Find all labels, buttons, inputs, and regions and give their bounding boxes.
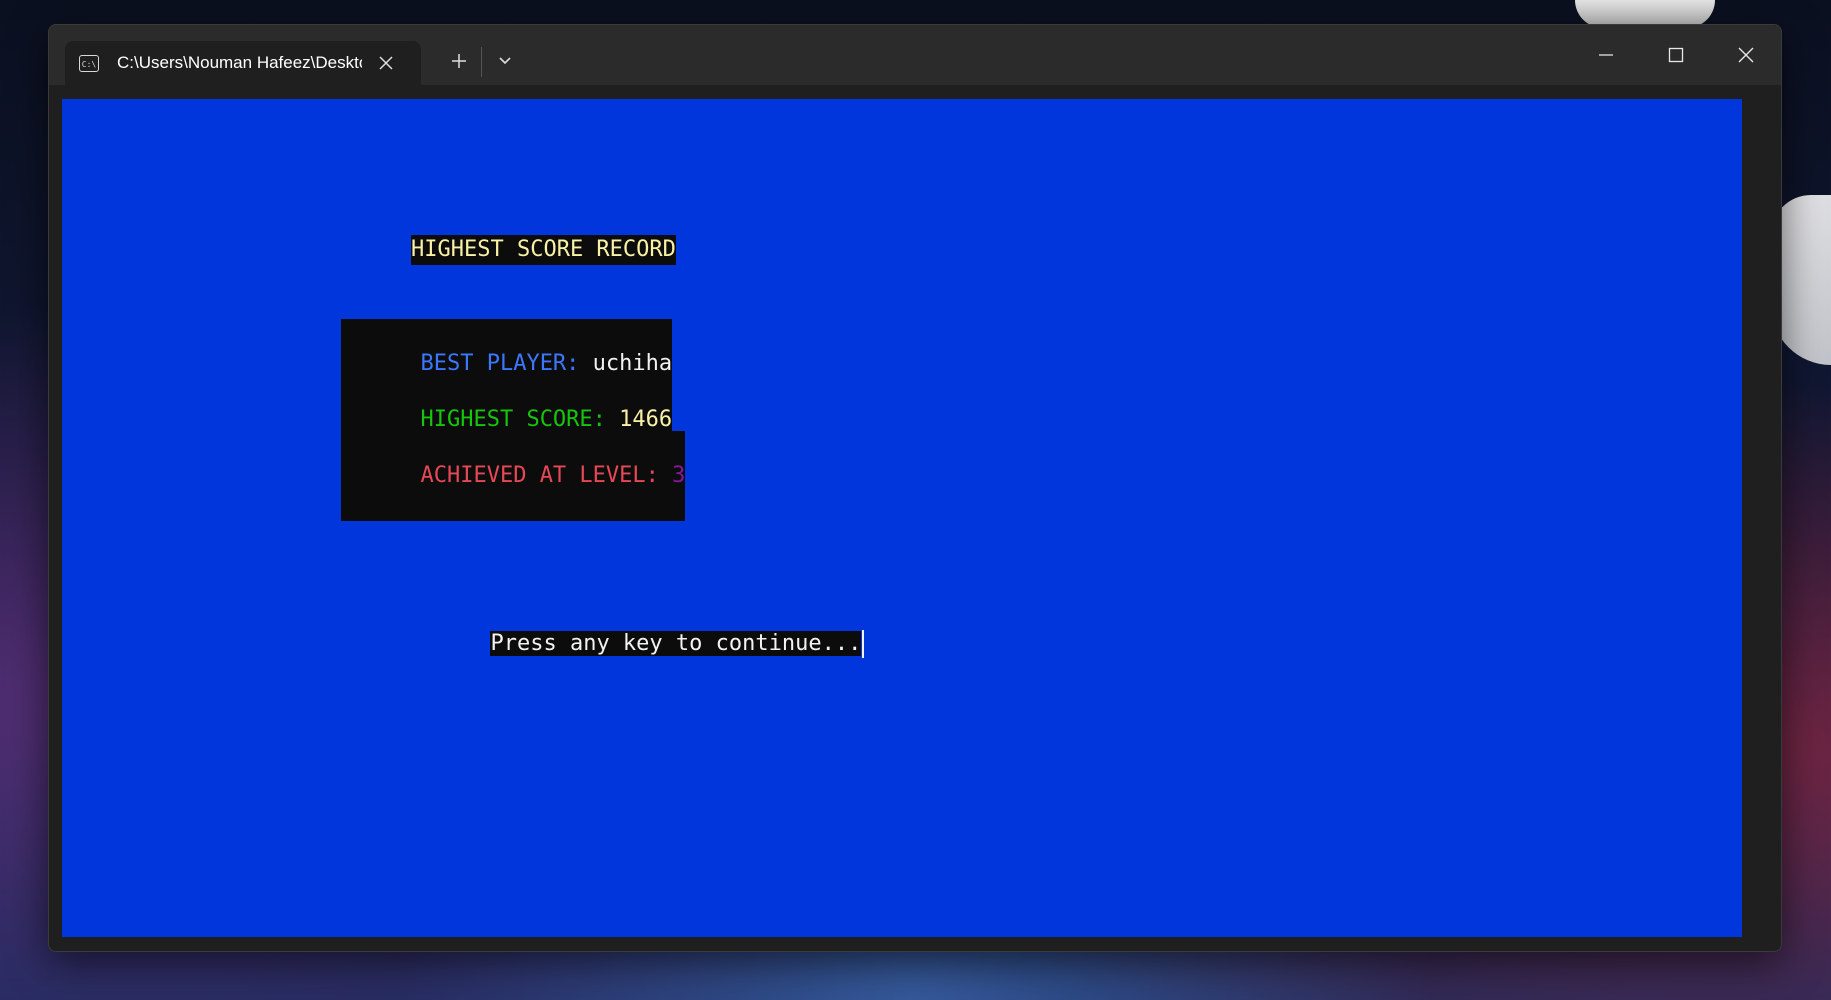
title-bar[interactable]: C:\ C:\Users\Nouman Hafeez\Desktop xyxy=(49,25,1781,85)
level-line: ACHIEVED AT LEVEL: 3 xyxy=(341,431,686,521)
plus-icon xyxy=(452,54,466,68)
score-heading: HIGHEST SCORE RECORD xyxy=(411,235,676,265)
terminal-tab[interactable]: C:\ C:\Users\Nouman Hafeez\Desktop xyxy=(65,41,421,85)
continue-prompt: Press any key to continue... xyxy=(490,631,862,656)
level-label: ACHIEVED AT LEVEL: xyxy=(420,463,673,488)
new-tab-button[interactable] xyxy=(439,43,479,79)
close-icon xyxy=(379,56,393,70)
tab-divider xyxy=(481,47,482,77)
level-value: 3 xyxy=(672,463,686,488)
terminal-window: C:\ C:\Users\Nouman Hafeez\Desktop HIGHE… xyxy=(48,24,1782,952)
chevron-down-icon xyxy=(499,57,511,65)
best-player-value: uchiha xyxy=(592,351,673,376)
minimize-button[interactable] xyxy=(1571,25,1641,85)
highest-score-label: HIGHEST SCORE: xyxy=(420,407,620,432)
tab-dropdown-button[interactable] xyxy=(485,43,525,79)
cmd-icon: C:\ xyxy=(79,54,99,72)
continue-line: Press any key to continue... xyxy=(411,599,865,689)
tab-title: C:\Users\Nouman Hafeez\Desktop xyxy=(117,53,362,72)
maximize-icon xyxy=(1668,47,1684,63)
maximize-button[interactable] xyxy=(1641,25,1711,85)
best-player-label: BEST PLAYER: xyxy=(420,351,593,376)
text-cursor xyxy=(862,630,865,658)
close-icon xyxy=(1738,47,1754,63)
minimize-icon xyxy=(1599,54,1613,56)
close-tab-button[interactable] xyxy=(372,49,400,77)
highest-score-value: 1466 xyxy=(619,407,673,432)
console-output[interactable]: HIGHEST SCORE RECORD BEST PLAYER: uchiha… xyxy=(62,99,1742,937)
close-window-button[interactable] xyxy=(1711,25,1781,85)
